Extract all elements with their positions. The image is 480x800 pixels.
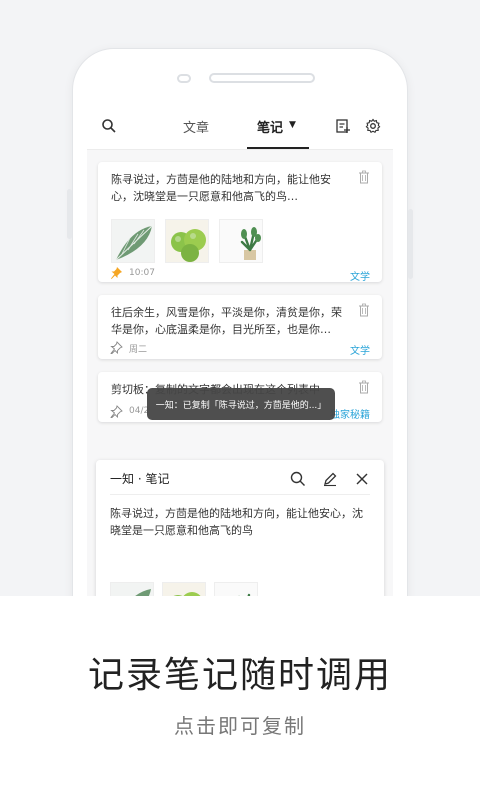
note-image-apples[interactable] (165, 219, 209, 263)
note-category[interactable]: 文学 (350, 268, 370, 283)
note-card[interactable]: 陈寻说过，方茴是他的陆地和方向，能让他安心，沈晓堂是一只愿意和他高飞的鸟… 10… (98, 162, 382, 283)
pin-icon[interactable] (110, 405, 123, 418)
promo-stage: 文章 笔记 ▼ 陈寻说过，方茴是他的陆地和方向，能让他安心，沈晓堂是一只愿意和他… (0, 0, 480, 596)
active-tab-indicator (247, 147, 309, 149)
note-text: 陈寻说过，方茴是他的陆地和方向，能让他安心，沈晓堂是一只愿意和他高飞的鸟… (111, 173, 331, 203)
note-category[interactable]: 文学 (350, 342, 370, 357)
promo-footer: 记录笔记随时调用 点击即可复制 (0, 596, 480, 800)
trash-icon[interactable] (358, 303, 370, 317)
chevron-down-icon[interactable]: ▼ (289, 120, 296, 130)
trash-icon[interactable] (358, 380, 370, 394)
trash-icon[interactable] (358, 170, 370, 184)
edit-icon[interactable] (322, 471, 338, 487)
note-text: 往后余生，风雪是你，平淡是你，清贫是你，荣华是你，心底温柔是你，目光所至，也是你… (111, 306, 342, 336)
pin-icon[interactable] (110, 266, 123, 279)
phone-camera (177, 74, 191, 83)
panel-image-plant[interactable] (214, 582, 258, 596)
note-time: 10:07 (129, 268, 155, 278)
panel-title: 一知 · 笔记 (110, 472, 170, 486)
quick-notes-panel: 一知 · 笔记 陈寻说过，方茴是他的陆地和方向，能让他安心，沈晓堂是一只愿意和他… (96, 460, 384, 596)
note-image-plant[interactable] (219, 219, 263, 263)
panel-note-text[interactable]: 陈寻说过，方茴是他的陆地和方向，能让他安心，沈晓堂是一只愿意和他高飞的鸟 (110, 505, 372, 539)
panel-image-leaf[interactable] (110, 582, 154, 596)
close-icon[interactable] (354, 471, 370, 487)
panel-image-apples[interactable] (162, 582, 206, 596)
tab-notes[interactable]: 笔记 (257, 117, 283, 136)
gear-icon[interactable] (365, 118, 381, 134)
top-bar: 文章 笔记 ▼ (87, 102, 393, 150)
phone-speaker (209, 73, 315, 83)
search-icon[interactable] (101, 118, 117, 134)
note-category[interactable]: 独家秘籍 (330, 406, 370, 421)
promo-subtitle: 点击即可复制 (174, 714, 306, 738)
tab-articles[interactable]: 文章 (183, 117, 209, 136)
promo-headline: 记录笔记随时调用 (87, 655, 392, 696)
panel-divider (110, 494, 370, 495)
note-image-leaf[interactable] (111, 219, 155, 263)
note-card[interactable]: 往后余生，风雪是你，平淡是你，清贫是你，荣华是你，心底温柔是你，目光所至，也是你… (98, 295, 382, 359)
app-screen: 文章 笔记 ▼ 陈寻说过，方茴是他的陆地和方向，能让他安心，沈晓堂是一只愿意和他… (87, 102, 393, 596)
new-note-icon[interactable] (335, 118, 351, 134)
phone-side-button-left (67, 189, 72, 239)
copied-toast: 一知：已复制「陈寻说过，方茴是他的...」 (147, 388, 335, 420)
phone-side-button (408, 209, 413, 279)
pin-icon[interactable] (110, 341, 123, 354)
search-icon[interactable] (290, 471, 306, 487)
note-time: 周二 (129, 345, 148, 355)
